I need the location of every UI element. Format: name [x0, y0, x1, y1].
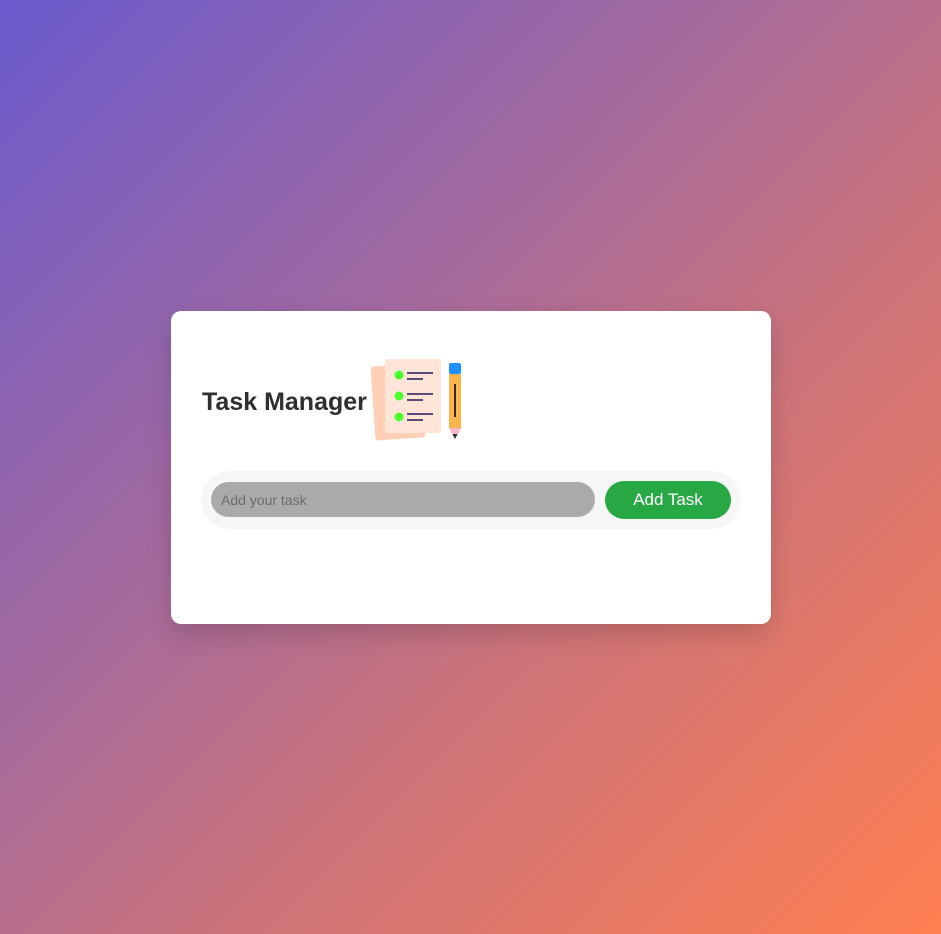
header: Task Manager [202, 357, 467, 447]
page-title: Task Manager [202, 387, 367, 416]
task-input[interactable] [211, 482, 595, 517]
task-manager-card: Task Manager Add Task [171, 311, 771, 624]
add-task-button[interactable]: Add Task [605, 481, 731, 519]
checklist-with-pencil-icon [370, 359, 461, 441]
task-input-row: Add Task [201, 471, 741, 529]
